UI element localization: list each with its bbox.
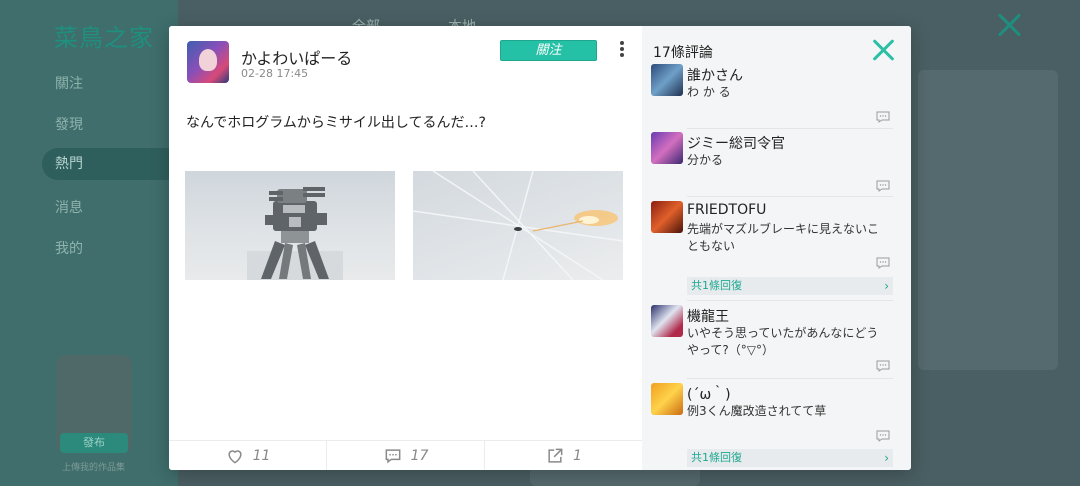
heart-icon [227,449,242,464]
post-pane: かよわいぱーる 02-28 17:45 關注 なんでホログラムからミサイル出して… [169,26,642,470]
bg-close-icon [994,10,1024,40]
bg-logo: 菜鳥之家 [54,24,154,52]
commenter-avatar[interactable] [651,383,683,415]
bg-nav-follow: 關注 [55,76,83,92]
post-time: 02-28 17:45 [241,67,309,80]
comment-text: 分かる [687,153,724,167]
post-image-2[interactable] [413,171,623,280]
reply-icon[interactable] [876,257,890,269]
comment-count: 17 [410,447,429,464]
post-text: なんでホログラムからミサイル出してるんだ…? [186,115,486,131]
bg-card [918,70,1058,370]
more-options-icon[interactable] [617,41,627,59]
divider [687,196,893,197]
bg-caption: 上傳我的作品集 [62,463,126,473]
bg-post-button: 發布 [60,433,128,453]
commenter-avatar[interactable] [651,64,683,96]
bg-nav-messages: 消息 [55,200,83,216]
replies-count: 共1條回復 [691,451,742,464]
replies-count: 共1條回復 [691,279,742,292]
comment-text: いやそう思っていたがあんなにどうやって?（°▽°） [687,326,879,357]
post-detail-modal: かよわいぱーる 02-28 17:45 關注 なんでホログラムからミサイル出して… [169,26,911,470]
commenter-name[interactable]: FRIEDTOFU [687,202,766,218]
like-button[interactable]: 11 [169,441,326,470]
like-count: 11 [252,447,271,464]
author-name[interactable]: かよわいぱーる [241,45,352,69]
comment-text: 先端がマズルブレーキに見えないこともない [687,222,880,253]
commenter-name[interactable]: ジミー総司令官 [687,133,785,153]
commenter-avatar[interactable] [651,201,683,233]
close-icon[interactable] [871,38,895,62]
commenter-name[interactable]: 誰かさん [687,65,743,85]
chevron-right-icon: › [884,451,889,465]
bg-nav-mine: 我的 [55,241,83,257]
comments-title: 17條評論 [653,45,713,61]
view-replies-button[interactable]: 共1條回復 › [687,277,893,295]
mech-robot-illustration [247,187,343,280]
reply-icon[interactable] [876,180,890,192]
reply-icon[interactable] [876,360,890,372]
comment-text: 例3くん魔改造されてて草 [687,404,827,418]
commenter-name[interactable]: (´ω｀) [687,384,731,404]
post-image-1[interactable] [185,171,395,280]
comment-button[interactable]: 17 [326,441,484,470]
bg-nav-discover: 發現 [55,117,83,133]
comment-icon [385,448,400,463]
bg-nav-popular: 熱門 [42,148,182,180]
comments-pane: 17條評論 誰かさん わ か る ジミー総司令官 分かる FRIEDTOFU 先… [642,26,911,470]
follow-button[interactable]: 關注 [500,40,597,61]
commenter-name[interactable]: 機龍王 [687,306,729,326]
reply-icon[interactable] [876,111,890,123]
commenter-avatar[interactable] [651,305,683,337]
post-actions: 11 17 1 [169,440,642,470]
reply-icon[interactable] [876,430,890,442]
chevron-right-icon: › [884,279,889,293]
author-avatar[interactable] [187,41,229,83]
share-count: 1 [573,447,582,464]
commenter-avatar[interactable] [651,132,683,164]
divider [687,300,893,301]
divider [687,378,893,379]
missile-launch-illustration [413,171,623,280]
share-icon [548,448,563,463]
divider [687,128,893,129]
share-button[interactable]: 1 [484,441,642,470]
view-replies-button[interactable]: 共1條回復 › [687,449,893,467]
comment-text: わ か る [687,85,731,99]
